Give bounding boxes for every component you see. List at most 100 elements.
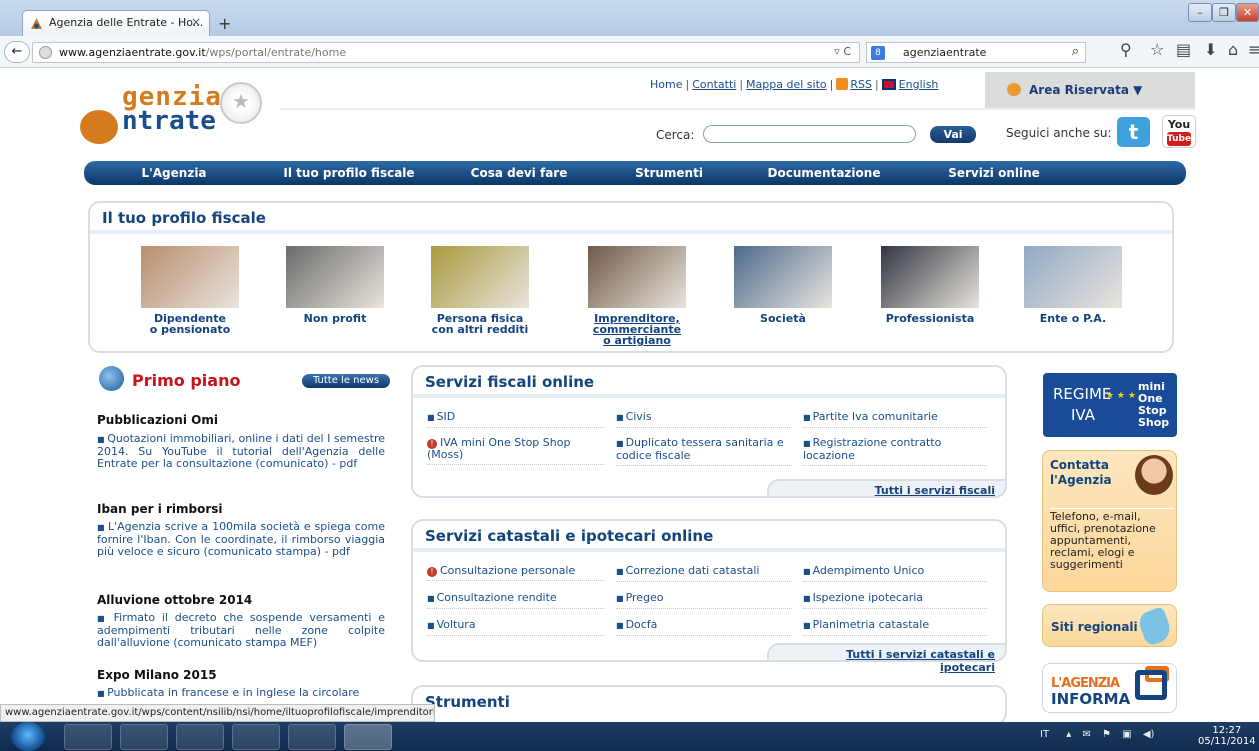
news-heading[interactable]: Expo Milano 2015 bbox=[97, 668, 217, 682]
profile-card-imprenditore[interactable]: Imprenditore, commerciante o artigiano bbox=[577, 246, 697, 346]
siti-regionali-box[interactable]: Siti regionali bbox=[1042, 604, 1177, 647]
bookmarks-list-icon[interactable]: ▤ bbox=[1176, 40, 1191, 59]
news-text[interactable]: ■ Pubblicata in francese e in inglese la… bbox=[97, 687, 385, 700]
profile-card-professionista[interactable]: Professionista bbox=[870, 246, 990, 324]
close-window-button[interactable]: ✕ bbox=[1236, 3, 1259, 22]
service-label: Registrazione contratto locazione bbox=[803, 436, 942, 462]
menu-profilo[interactable]: Il tuo profilo fiscale bbox=[264, 161, 434, 185]
search-engine-icon[interactable]: 8 bbox=[871, 46, 885, 60]
service-link[interactable]: ! Consultazione personale bbox=[427, 565, 605, 581]
clock-time: 12:27 bbox=[1212, 725, 1242, 736]
service-link[interactable]: ■ Voltura bbox=[427, 619, 605, 636]
restore-button[interactable]: ❐ bbox=[1212, 3, 1236, 22]
browser-tab[interactable]: Agenzia delle Entrate - Ho... × bbox=[22, 10, 210, 36]
link-home[interactable]: Home bbox=[650, 78, 682, 91]
service-label: Ispezione ipotecaria bbox=[812, 591, 924, 604]
network-icon[interactable]: ▣ bbox=[1122, 729, 1131, 740]
service-label: Voltura bbox=[436, 618, 476, 631]
menu-strumenti[interactable]: Strumenti bbox=[604, 161, 734, 185]
link-contatti[interactable]: Contatti bbox=[692, 78, 736, 91]
language-indicator[interactable]: IT bbox=[1040, 729, 1049, 740]
service-label: Pregeo bbox=[625, 591, 664, 604]
link-rss[interactable]: RSS bbox=[850, 78, 872, 91]
service-link[interactable]: ! IVA mini One Stop Shop (Moss) bbox=[427, 437, 605, 465]
news-heading[interactable]: Iban per i rimborsi bbox=[97, 502, 223, 516]
flag-icon[interactable]: ⚑ bbox=[1102, 729, 1111, 740]
media-player-icon[interactable] bbox=[176, 724, 224, 750]
menu-agenzia[interactable]: L'Agenzia bbox=[84, 161, 264, 185]
area-riservata-button[interactable]: Area Riservata ▼ bbox=[985, 72, 1195, 110]
service-label: Adempimento Unico bbox=[812, 564, 925, 577]
twitter-icon[interactable]: t bbox=[1117, 117, 1150, 147]
search-icon[interactable]: ⌕ bbox=[1072, 44, 1079, 59]
service-link[interactable]: ■ Planimetria catastale bbox=[803, 619, 987, 636]
youtube-icon[interactable]: You Tube bbox=[1162, 115, 1196, 148]
address-bar[interactable]: www.agenziaentrate.gov.it/wps/portal/ent… bbox=[32, 42, 860, 63]
service-label: SID bbox=[436, 410, 456, 423]
download-icon[interactable]: ⬇ bbox=[1204, 40, 1217, 59]
service-link[interactable]: ■ Adempimento Unico bbox=[803, 565, 987, 582]
service-link[interactable]: ■ Consultazione rendite bbox=[427, 592, 605, 609]
profile-card-non-profit[interactable]: Non profit bbox=[275, 246, 395, 324]
back-arrow-icon[interactable]: ← bbox=[4, 41, 30, 63]
menu-cosa-devi-fare[interactable]: Cosa devi fare bbox=[434, 161, 604, 185]
agenzia-informa-banner[interactable]: L'AGENZIA INFORMA bbox=[1042, 663, 1177, 713]
menu-documentazione[interactable]: Documentazione bbox=[734, 161, 914, 185]
search-icon[interactable]: ⚲ bbox=[1120, 40, 1132, 59]
link-english[interactable]: English bbox=[899, 78, 939, 91]
news-text[interactable]: ■ Firmato il decreto che sospende versam… bbox=[97, 612, 385, 649]
bookmark-star-icon[interactable]: ☆ bbox=[1150, 40, 1164, 59]
service-label: IVA mini One Stop Shop (Moss) bbox=[427, 436, 571, 461]
follow-label: Seguici anche su: bbox=[1006, 126, 1112, 140]
browser-search-box[interactable]: 8 agenziaentrate ⌕ bbox=[866, 42, 1086, 63]
link-mappa[interactable]: Mappa del sito bbox=[746, 78, 827, 91]
explorer-icon[interactable] bbox=[120, 724, 168, 750]
service-link[interactable]: ■ Correzione dati catastali bbox=[616, 565, 792, 582]
refresh-icon[interactable]: ▿ C bbox=[834, 45, 851, 58]
service-link[interactable]: ■ Civis bbox=[616, 411, 792, 428]
card-label: o pensionato bbox=[149, 323, 231, 336]
service-link[interactable]: ■ SID bbox=[427, 411, 605, 428]
start-button[interactable] bbox=[11, 722, 45, 751]
servizi-fiscali-title: Servizi fiscali online bbox=[425, 373, 595, 391]
service-link[interactable]: ■ Docfa bbox=[616, 619, 792, 636]
clock[interactable]: 12:27 05/11/2014 bbox=[1198, 725, 1256, 747]
profile-card-ente[interactable]: Ente o P.A. bbox=[1013, 246, 1133, 324]
tray-arrow-icon[interactable]: ▴ bbox=[1066, 729, 1071, 740]
menu-icon[interactable]: ≡ bbox=[1248, 40, 1259, 59]
powerpoint-icon[interactable] bbox=[288, 724, 336, 750]
all-fiscal-services-link[interactable]: Tutti i servizi fiscali bbox=[767, 479, 1007, 498]
ie-icon[interactable] bbox=[64, 724, 112, 750]
eu-stars-icon: ★ ★ ★ bbox=[1106, 391, 1136, 401]
new-tab-button[interactable]: + bbox=[218, 14, 231, 33]
minimize-button[interactable]: – bbox=[1188, 3, 1212, 22]
card-label: Società bbox=[760, 312, 806, 325]
search-submit-button[interactable]: Vai bbox=[930, 126, 976, 143]
outlook-icon[interactable] bbox=[232, 724, 280, 750]
regime-line3: mini One Stop Shop bbox=[1138, 380, 1170, 429]
service-link[interactable]: ■ Partite Iva comunitarie bbox=[803, 411, 987, 428]
all-news-button[interactable]: Tutte le news bbox=[302, 374, 390, 388]
mail-icon[interactable]: ✉ bbox=[1082, 729, 1090, 740]
contatta-agenzia-box[interactable]: Contatta l'Agenzia Telefono, e-mail, uff… bbox=[1042, 450, 1177, 592]
tab-close-icon[interactable]: × bbox=[191, 15, 201, 29]
alert-icon: ! bbox=[427, 567, 437, 577]
news-heading[interactable]: Pubblicazioni Omi bbox=[97, 413, 218, 427]
service-link[interactable]: ■ Ispezione ipotecaria bbox=[803, 592, 987, 609]
all-cadastral-services-link[interactable]: Tutti i servizi catastali e ipotecari bbox=[767, 643, 1007, 674]
news-text[interactable]: ■ L'Agenzia scrive a 100mila società e s… bbox=[97, 521, 385, 558]
site-search-input[interactable] bbox=[703, 125, 916, 143]
service-link[interactable]: ■ Registrazione contratto locazione bbox=[803, 437, 987, 466]
service-link[interactable]: ■ Pregeo bbox=[616, 592, 792, 609]
regime-iva-banner[interactable]: REGIME IVA ★ ★ ★ mini One Stop Shop bbox=[1043, 373, 1177, 437]
news-heading[interactable]: Alluvione ottobre 2014 bbox=[97, 593, 252, 607]
news-text[interactable]: ■ Quotazioni immobiliari, online i dati … bbox=[97, 433, 385, 470]
profile-card-societa[interactable]: Società bbox=[723, 246, 843, 324]
firefox-icon[interactable] bbox=[344, 724, 392, 750]
profile-card-persona-fisica[interactable]: Persona fisica con altri redditi bbox=[420, 246, 540, 335]
service-link[interactable]: ■ Duplicato tessera sanitaria e codice fi… bbox=[616, 437, 792, 466]
menu-servizi-online[interactable]: Servizi online bbox=[914, 161, 1074, 185]
home-icon[interactable]: ⌂ bbox=[1228, 40, 1238, 59]
volume-icon[interactable]: ◀) bbox=[1143, 729, 1155, 740]
profile-card-dipendente[interactable]: Dipendente o pensionato bbox=[130, 246, 250, 335]
